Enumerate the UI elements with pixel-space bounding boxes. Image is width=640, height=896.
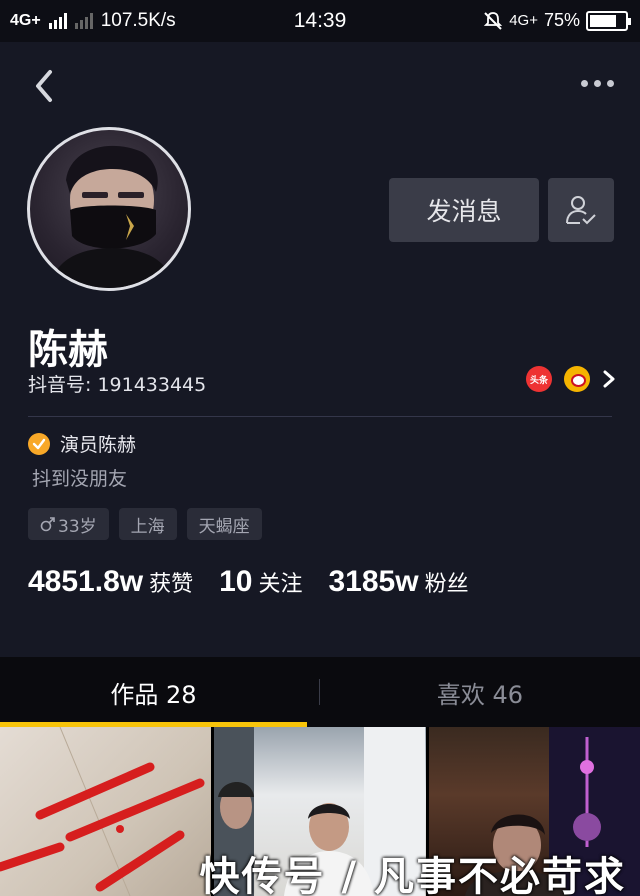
- male-icon: [40, 517, 55, 532]
- content-tabs: 作品 28 喜欢 46: [0, 657, 640, 727]
- douyin-id: 抖音号: 191433445: [28, 374, 207, 396]
- add-friend-check-icon: [566, 196, 596, 225]
- battery-percent: 75%: [543, 10, 580, 30]
- verified-label: 演员陈赫: [60, 434, 137, 456]
- profile-tags: 33岁 上海 天蝎座: [28, 508, 262, 540]
- stat-following-count: 10: [219, 565, 253, 598]
- stat-likes[interactable]: 4851.8w 获赞: [28, 565, 193, 599]
- tag-zodiac: 天蝎座: [186, 508, 262, 540]
- stat-likes-label: 获赞: [149, 572, 194, 597]
- divider: [28, 416, 612, 417]
- profile-name: 陈赫: [28, 327, 108, 373]
- send-message-button[interactable]: 发消息: [389, 178, 539, 242]
- bio: 抖到没朋友: [32, 468, 128, 490]
- stat-followers-label: 粉丝: [424, 572, 469, 597]
- social-links[interactable]: 头条: [526, 366, 616, 392]
- stat-following-label: 关注: [258, 572, 303, 597]
- tab-works[interactable]: 作品 28: [0, 657, 307, 727]
- tab-likes[interactable]: 喜欢 46: [320, 657, 640, 727]
- status-bar: 4G+ 107.5K/s 14:39 4G+ 75%: [0, 0, 640, 42]
- watermark: 快传号 / 凡事不必苛求: [199, 854, 626, 896]
- mute-bell-icon: [484, 11, 503, 30]
- chevron-right-icon[interactable]: [602, 369, 616, 389]
- tag-age: 33岁: [28, 508, 109, 540]
- follow-button[interactable]: [548, 178, 614, 242]
- network-type-right: 4G+: [509, 12, 538, 29]
- stat-likes-count: 4851.8w: [28, 565, 144, 598]
- verification-row: 演员陈赫: [28, 430, 136, 457]
- verified-check-icon: [28, 432, 50, 455]
- back-arrow-icon[interactable]: [30, 66, 62, 106]
- battery-icon: [586, 10, 631, 31]
- avatar-image: [50, 145, 174, 288]
- avatar[interactable]: [27, 127, 191, 291]
- tag-age-text: 33岁: [58, 516, 97, 537]
- stat-followers[interactable]: 3185w 粉丝: [329, 565, 469, 599]
- toutiao-icon[interactable]: 头条: [526, 366, 552, 392]
- tag-location: 上海: [118, 508, 177, 540]
- stat-followers-count: 3185w: [328, 565, 419, 598]
- battery-fill: [590, 14, 616, 27]
- weibo-icon[interactable]: [564, 366, 590, 392]
- profile-stats: 4851.8w 获赞 10 关注 3185w 粉丝: [28, 565, 469, 599]
- stat-following[interactable]: 10 关注: [219, 565, 302, 599]
- more-options-icon[interactable]: [581, 80, 614, 87]
